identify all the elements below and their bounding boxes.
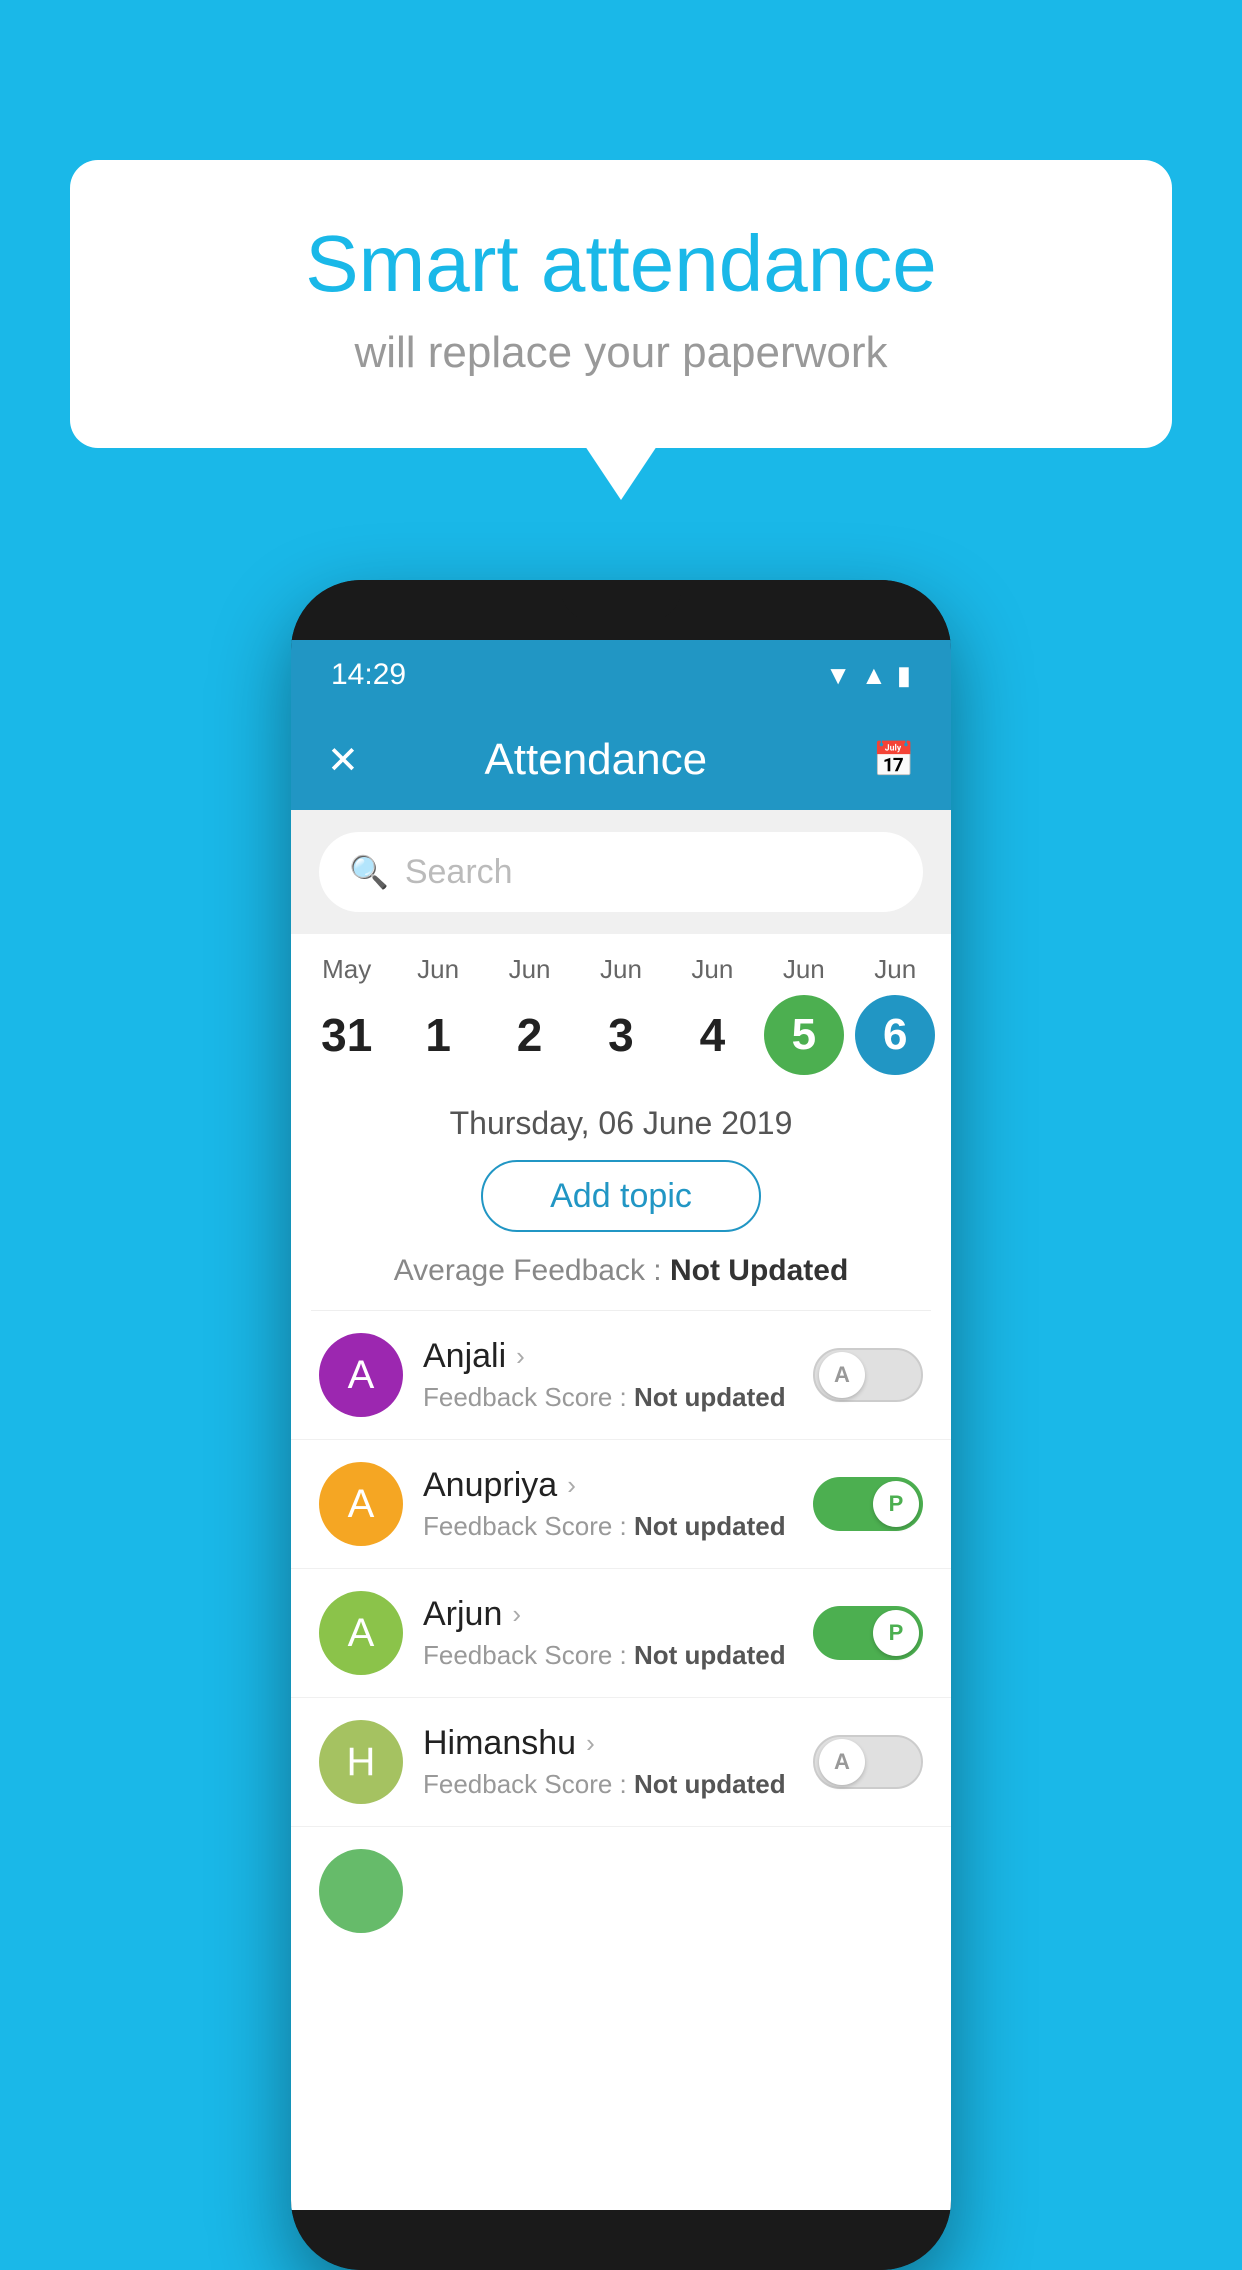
day-month-3: Jun <box>600 954 642 985</box>
day-number-1: 1 <box>398 995 478 1075</box>
student-info-anjali: Anjali › Feedback Score : Not updated <box>403 1337 813 1413</box>
app-bar-title: Attendance <box>319 735 873 785</box>
student-name-arjun: Arjun › <box>423 1595 793 1634</box>
speech-bubble-container: Smart attendance will replace your paper… <box>70 160 1172 448</box>
wifi-icon: ▼ <box>825 660 851 691</box>
calendar-day-1[interactable]: Jun 1 <box>398 954 478 1075</box>
day-number-4: 4 <box>672 995 752 1075</box>
student-info-arjun: Arjun › Feedback Score : Not updated <box>403 1595 813 1671</box>
calendar-day-2[interactable]: Jun 2 <box>490 954 570 1075</box>
day-number-5: 5 <box>764 995 844 1075</box>
day-month-1: Jun <box>417 954 459 985</box>
chevron-arjun: › <box>512 1599 521 1630</box>
student-row-anjali[interactable]: A Anjali › Feedback Score : Not updated … <box>291 1311 951 1440</box>
day-month-6: Jun <box>874 954 916 985</box>
chevron-himanshu: › <box>586 1728 595 1759</box>
phone-notch <box>561 580 681 620</box>
day-number-2: 2 <box>490 995 570 1075</box>
day-month-4: Jun <box>691 954 733 985</box>
avatar-arjun: A <box>319 1591 403 1675</box>
status-bar: 14:29 ▼ ▲ ▮ <box>291 640 951 710</box>
toggle-anjali[interactable]: A <box>813 1348 923 1402</box>
selected-date: Thursday, 06 June 2019 <box>291 1085 951 1160</box>
add-topic-button[interactable]: Add topic <box>481 1160 761 1232</box>
day-number-6: 6 <box>855 995 935 1075</box>
calendar-day-4[interactable]: Jun 4 <box>672 954 752 1075</box>
calendar-day-3[interactable]: Jun 3 <box>581 954 661 1075</box>
toggle-arjun[interactable]: P <box>813 1606 923 1660</box>
calendar-row: May 31 Jun 1 Jun 2 Jun 3 Jun 4 <box>291 934 951 1085</box>
day-month-2: Jun <box>509 954 551 985</box>
status-icons: ▼ ▲ ▮ <box>825 660 911 691</box>
search-input[interactable]: Search <box>405 853 513 892</box>
phone-frame: 14:29 ▼ ▲ ▮ ✕ Attendance 📅 🔍 Search <box>291 580 951 2270</box>
status-time: 14:29 <box>331 658 406 692</box>
signal-icon: ▲ <box>861 660 887 691</box>
bubble-subtitle: will replace your paperwork <box>150 328 1092 378</box>
search-container: 🔍 Search <box>291 810 951 934</box>
student-row-himanshu[interactable]: H Himanshu › Feedback Score : Not update… <box>291 1698 951 1827</box>
avg-feedback: Average Feedback : Not Updated <box>291 1254 951 1310</box>
student-name-anupriya: Anupriya › <box>423 1466 793 1505</box>
search-bar[interactable]: 🔍 Search <box>319 832 923 912</box>
phone-screen: 🔍 Search May 31 Jun 1 Jun 2 <box>291 810 951 2210</box>
toggle-knob-himanshu: A <box>819 1739 865 1785</box>
phone-bottom-border <box>291 2210 951 2270</box>
calendar-day-6[interactable]: Jun 6 <box>855 954 935 1075</box>
avatar-anjali: A <box>319 1333 403 1417</box>
feedback-himanshu: Feedback Score : Not updated <box>423 1769 793 1800</box>
day-number-0: 31 <box>307 995 387 1075</box>
feedback-anjali: Feedback Score : Not updated <box>423 1382 793 1413</box>
chevron-anupriya: › <box>567 1470 576 1501</box>
app-bar: ✕ Attendance 📅 <box>291 710 951 810</box>
toggle-anupriya[interactable]: P <box>813 1477 923 1531</box>
feedback-arjun: Feedback Score : Not updated <box>423 1640 793 1671</box>
student-name-anjali: Anjali › <box>423 1337 793 1376</box>
chevron-anjali: › <box>516 1341 525 1372</box>
toggle-knob-anupriya: P <box>873 1481 919 1527</box>
bubble-title: Smart attendance <box>150 220 1092 308</box>
calendar-day-5[interactable]: Jun 5 <box>764 954 844 1075</box>
student-row-partial <box>291 1827 951 1955</box>
battery-icon: ▮ <box>897 660 911 691</box>
student-info-himanshu: Himanshu › Feedback Score : Not updated <box>403 1724 813 1800</box>
search-icon: 🔍 <box>349 853 389 891</box>
feedback-anupriya: Feedback Score : Not updated <box>423 1511 793 1542</box>
day-month-0: May <box>322 954 371 985</box>
calendar-button[interactable]: 📅 <box>873 740 915 780</box>
avg-feedback-value: Not Updated <box>670 1254 848 1287</box>
phone-frame-wrapper: 14:29 ▼ ▲ ▮ ✕ Attendance 📅 🔍 Search <box>291 580 951 2270</box>
student-name-himanshu: Himanshu › <box>423 1724 793 1763</box>
toggle-knob-anjali: A <box>819 1352 865 1398</box>
toggle-himanshu[interactable]: A <box>813 1735 923 1789</box>
phone-top-border <box>291 580 951 640</box>
day-month-5: Jun <box>783 954 825 985</box>
avatar-partial <box>319 1849 403 1933</box>
student-info-anupriya: Anupriya › Feedback Score : Not updated <box>403 1466 813 1542</box>
day-number-3: 3 <box>581 995 661 1075</box>
student-row-anupriya[interactable]: A Anupriya › Feedback Score : Not update… <box>291 1440 951 1569</box>
avatar-anupriya: A <box>319 1462 403 1546</box>
toggle-knob-arjun: P <box>873 1610 919 1656</box>
calendar-day-0[interactable]: May 31 <box>307 954 387 1075</box>
speech-bubble: Smart attendance will replace your paper… <box>70 160 1172 448</box>
avatar-himanshu: H <box>319 1720 403 1804</box>
student-row-arjun[interactable]: A Arjun › Feedback Score : Not updated P <box>291 1569 951 1698</box>
avg-feedback-label: Average Feedback : <box>394 1254 662 1287</box>
